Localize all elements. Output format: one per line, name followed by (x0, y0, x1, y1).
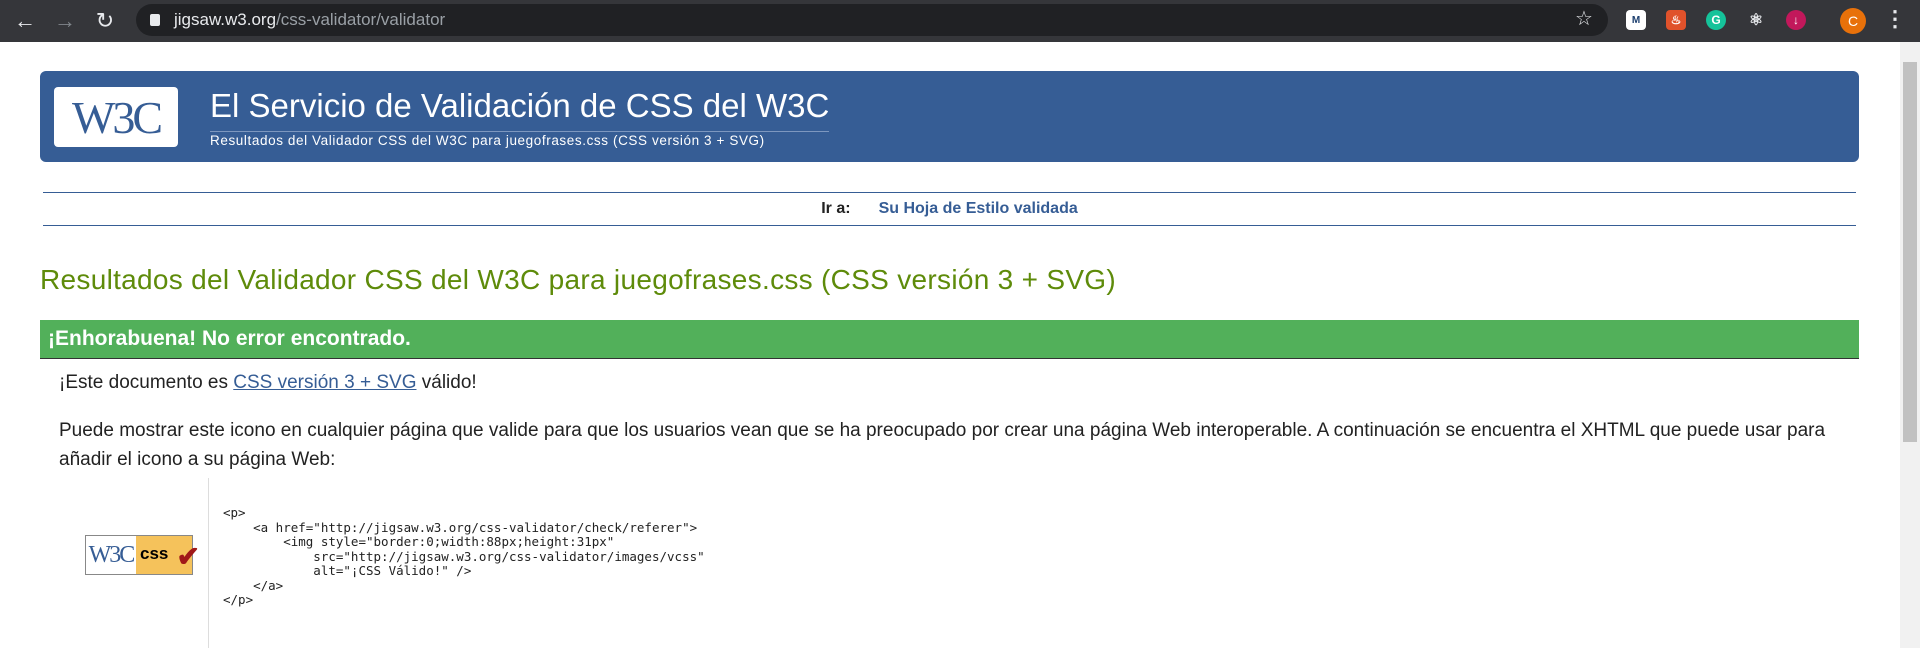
jump-nav: Ir a: Su Hoja de Estilo validada (43, 192, 1856, 226)
scrollbar-thumb[interactable] (1903, 62, 1917, 442)
bookmark-star-icon[interactable]: ☆ (1575, 6, 1593, 31)
url-host: jigsaw.w3.org (174, 10, 277, 29)
address-bar[interactable]: jigsaw.w3.org/css-validator/validator (136, 4, 1608, 36)
flame-extension-icon[interactable]: ♨ (1666, 10, 1686, 30)
profile-avatar[interactable]: C (1840, 8, 1866, 34)
react-extension-icon[interactable]: ⚛ (1746, 10, 1766, 30)
success-banner: ¡Enhorabuena! No error encontrado. (40, 320, 1859, 359)
checkmark-icon: ✔ (176, 541, 200, 572)
back-icon[interactable]: ← (10, 6, 40, 36)
css-level-link[interactable]: CSS versión 3 + SVG (233, 372, 416, 393)
validated-stylesheet-link[interactable]: Su Hoja de Estilo validada (879, 200, 1078, 218)
browser-toolbar: ← → ↻ jigsaw.w3.org/css-validator/valida… (0, 0, 1920, 42)
code-divider (208, 478, 209, 648)
grammarly-extension-icon[interactable]: G (1706, 10, 1726, 30)
m-plus-extension-icon[interactable]: M (1626, 10, 1646, 30)
valid-css-badge[interactable]: W3C css ✔ (85, 535, 200, 575)
reload-icon[interactable]: ↻ (90, 6, 120, 36)
download-extension-icon[interactable]: ↓ (1786, 10, 1806, 30)
page-title: El Servicio de Validación de CSS del W3C (210, 87, 830, 132)
jump-label: Ir a: (821, 200, 851, 217)
badge-code-snippet: <p> <a href="http://jigsaw.w3.org/css-va… (223, 505, 705, 607)
url-path: /css-validator/validator (276, 10, 446, 29)
header-banner: W3C El Servicio de Validación de CSS del… (40, 71, 1859, 162)
page-subtitle: Resultados del Validador CSS del W3C par… (210, 133, 765, 148)
lock-icon (150, 14, 160, 26)
w3c-logo[interactable]: W3C (54, 87, 178, 147)
forward-icon[interactable]: → (50, 6, 80, 36)
scrollbar[interactable] (1900, 42, 1920, 648)
valid-statement: ¡Este documento es CSS versión 3 + SVG v… (59, 372, 477, 393)
icon-instructions: Puede mostrar este icono en cualquier pá… (59, 420, 1826, 470)
menu-kebab-icon[interactable]: ⋮ (1884, 6, 1906, 32)
results-heading: Resultados del Validador CSS del W3C par… (40, 264, 1116, 295)
